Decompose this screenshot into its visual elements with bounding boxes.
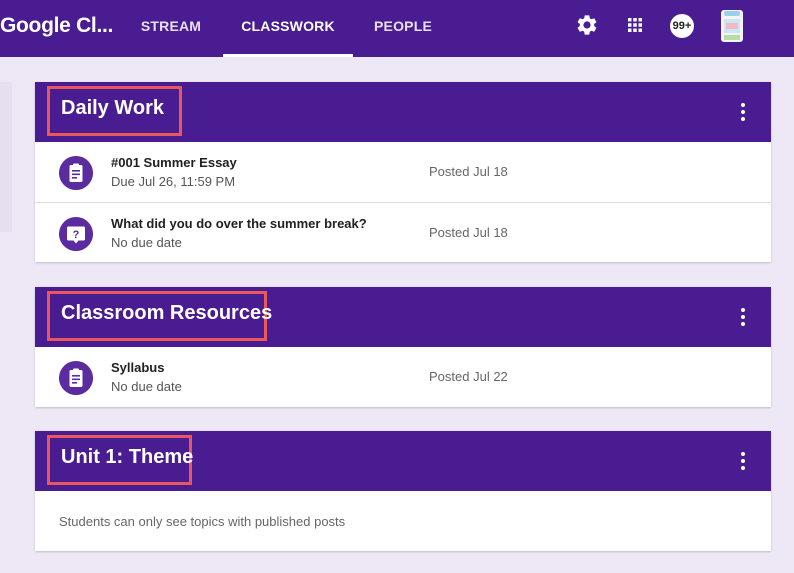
tab-people[interactable]: PEOPLE — [365, 0, 441, 57]
empty-topic-message-row: Students can only see topics with publis… — [35, 491, 771, 551]
topic-title[interactable]: Classroom Resources — [47, 291, 272, 341]
svg-text:?: ? — [73, 229, 80, 241]
apps-grid-icon[interactable] — [623, 13, 647, 37]
more-options-icon[interactable] — [735, 449, 751, 473]
topic-card-classroom-resources: Classroom Resources Syllabus No due date… — [35, 287, 771, 407]
gear-icon[interactable] — [575, 13, 599, 37]
more-options-icon[interactable] — [735, 100, 751, 124]
avatar[interactable] — [721, 10, 743, 42]
topic-card-daily-work: Daily Work #001 Summer Essay Due Jul 26,… — [35, 82, 771, 262]
topic-card-unit-1-theme: Unit 1: Theme Students can only see topi… — [35, 431, 771, 551]
left-edge-panel — [0, 82, 12, 232]
item-due-date: No due date — [111, 379, 182, 394]
item-due-date: Due Jul 26, 11:59 PM — [111, 174, 236, 189]
item-posted-date: Posted Jul 18 — [429, 225, 508, 240]
classwork-item[interactable]: Syllabus No due date Posted Jul 22 — [35, 347, 771, 407]
item-title: Syllabus — [111, 360, 165, 375]
classwork-item[interactable]: ? What did you do over the summer break?… — [35, 202, 771, 262]
topic-title[interactable]: Daily Work — [47, 86, 182, 136]
assignment-icon — [59, 361, 93, 395]
item-posted-date: Posted Jul 18 — [429, 164, 508, 179]
item-posted-date: Posted Jul 22 — [429, 369, 508, 384]
empty-topic-message: Students can only see topics with publis… — [59, 514, 346, 529]
top-app-bar: Google Cl... STREAM CLASSWORK PEOPLE 99+ — [0, 0, 794, 57]
item-due-date: No due date — [111, 235, 182, 250]
item-title: #001 Summer Essay — [111, 155, 237, 170]
tab-stream[interactable]: STREAM — [130, 0, 212, 57]
assignment-icon — [59, 156, 93, 190]
topic-header: Classroom Resources — [35, 287, 771, 347]
topic-header: Unit 1: Theme — [35, 431, 771, 491]
tab-classwork[interactable]: CLASSWORK — [223, 0, 353, 57]
classwork-item[interactable]: #001 Summer Essay Due Jul 26, 11:59 PM P… — [35, 142, 771, 202]
more-options-icon[interactable] — [735, 305, 751, 329]
item-title: What did you do over the summer break? — [111, 216, 367, 231]
app-title[interactable]: Google Cl... — [0, 14, 113, 38]
notifications-badge[interactable]: 99+ — [670, 14, 694, 38]
topic-title[interactable]: Unit 1: Theme — [47, 435, 193, 485]
question-icon: ? — [59, 217, 93, 251]
topic-header: Daily Work — [35, 82, 771, 142]
